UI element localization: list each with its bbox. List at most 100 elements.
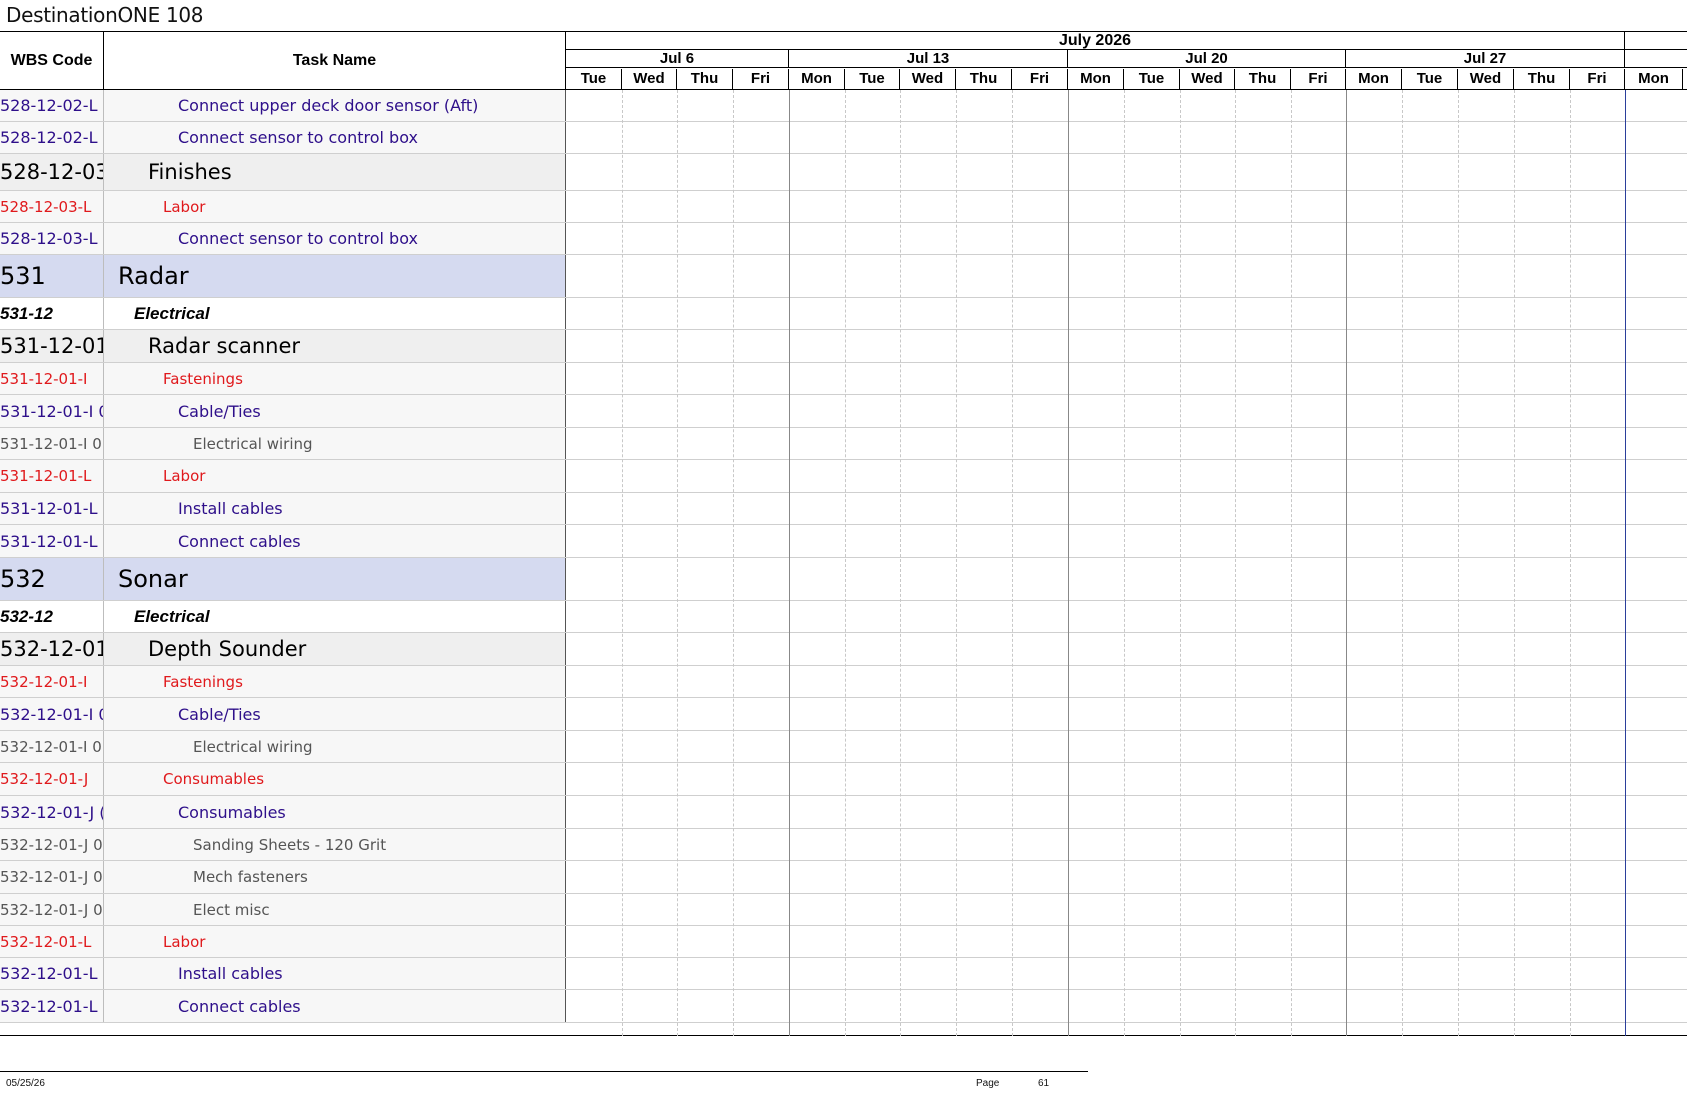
day-gridline xyxy=(1235,90,1236,1036)
gantt-timeline-cell[interactable] xyxy=(566,633,1687,665)
day-header-5: Mon xyxy=(789,69,845,89)
table-row[interactable]: 531-12-01-L Connect cables xyxy=(0,525,1687,558)
month-header-next xyxy=(1625,32,1687,50)
wbs-code-cell: 532-12-01-L xyxy=(0,926,104,957)
gantt-timeline-cell[interactable] xyxy=(566,558,1687,600)
gantt-timeline-cell[interactable] xyxy=(566,363,1687,394)
task-name-cell: Sonar xyxy=(104,558,566,600)
task-name-cell: Electrical wiring xyxy=(104,731,566,762)
wbs-code-cell: 531-12-01-L xyxy=(0,493,104,524)
table-row[interactable]: 532-12-01 Depth Sounder xyxy=(0,633,1687,666)
table-row[interactable]: 528-12-02-L Connect sensor to control box xyxy=(0,122,1687,154)
gantt-timeline-cell[interactable] xyxy=(566,731,1687,762)
gantt-timeline-cell[interactable] xyxy=(566,763,1687,795)
gantt-timeline-cell[interactable] xyxy=(566,90,1687,121)
wbs-code-cell: 532-12-01-I xyxy=(0,666,104,697)
table-row[interactable]: 532-12-01-J (Consumables xyxy=(0,796,1687,829)
gantt-timeline-cell[interactable] xyxy=(566,460,1687,492)
gantt-timeline-cell[interactable] xyxy=(566,601,1687,632)
gantt-timeline-cell[interactable] xyxy=(566,990,1687,1022)
gantt-timeline-cell[interactable] xyxy=(566,255,1687,297)
table-row[interactable]: 531-12 Electrical xyxy=(0,298,1687,330)
wbs-code-cell: 531-12-01 xyxy=(0,330,104,362)
table-row[interactable]: 528-12-03-L Labor xyxy=(0,191,1687,223)
week-header-next xyxy=(1625,50,1687,68)
table-row[interactable]: 532-12-01-J 01 Sanding Sheets - 120 Grit xyxy=(0,829,1687,861)
gantt-timeline-cell[interactable] xyxy=(566,698,1687,730)
gantt-timeline-cell[interactable] xyxy=(566,894,1687,925)
gantt-timeline-cell[interactable] xyxy=(566,122,1687,153)
footer-date: 05/25/26 xyxy=(6,1078,45,1089)
table-row[interactable]: 532 Sonar xyxy=(0,558,1687,601)
table-row[interactable]: 528-12-03 Finishes xyxy=(0,154,1687,191)
table-row[interactable]: 532-12-01-I 01 Electrical wiring xyxy=(0,731,1687,763)
table-row[interactable]: 531-12-01-I 01 Electrical wiring xyxy=(0,428,1687,460)
gantt-timeline-cell[interactable] xyxy=(566,958,1687,989)
gantt-timeline-cell[interactable] xyxy=(566,298,1687,329)
task-name-cell: Labor xyxy=(104,926,566,957)
task-name-cell: Connect sensor to control box xyxy=(104,223,566,254)
table-row[interactable]: 532-12-01-I 0 Cable/Ties xyxy=(0,698,1687,731)
wbs-code-cell: 532-12-01-I 01 xyxy=(0,731,104,762)
table-row[interactable]: 531-12-01-L Install cables xyxy=(0,493,1687,525)
table-row[interactable]: 528-12-02-L Connect upper deck door senso… xyxy=(0,90,1687,122)
week-header-4: Jul 27 xyxy=(1346,50,1625,68)
table-row[interactable]: 532-12 Electrical xyxy=(0,601,1687,633)
task-name-cell: Labor xyxy=(104,191,566,222)
table-row[interactable]: 532-12-01-L Connect cables xyxy=(0,990,1687,1023)
wbs-code-cell: 531-12 xyxy=(0,298,104,329)
table-row[interactable]: 532-12-01-L Install cables xyxy=(0,958,1687,990)
day-gridline xyxy=(733,90,734,1036)
day-header-7: Wed xyxy=(900,69,956,89)
gantt-timeline-cell[interactable] xyxy=(566,493,1687,524)
gantt-timeline-cell[interactable] xyxy=(566,861,1687,893)
day-header-15: Mon xyxy=(1346,69,1402,89)
wbs-code-cell: 528-12-02-L xyxy=(0,122,104,153)
gantt-timeline-cell[interactable] xyxy=(566,395,1687,427)
table-row[interactable]: 532-12-01-I Fastenings xyxy=(0,666,1687,698)
wbs-code-cell: 532-12-01-J ( xyxy=(0,796,104,828)
wbs-column-header[interactable]: WBS Code xyxy=(0,32,104,89)
table-row[interactable]: 531-12-01-L Labor xyxy=(0,460,1687,493)
task-name-cell: Connect upper deck door sensor (Aft) xyxy=(104,90,566,121)
gantt-timeline-cell[interactable] xyxy=(566,330,1687,362)
table-row[interactable]: 531-12-01-I Fastenings xyxy=(0,363,1687,395)
wbs-code-cell: 531 xyxy=(0,255,104,297)
gantt-timeline-cell[interactable] xyxy=(566,666,1687,697)
day-header-16: Tue xyxy=(1402,69,1458,89)
wbs-code-cell: 528-12-03 xyxy=(0,154,104,190)
task-name-cell: Depth Sounder xyxy=(104,633,566,665)
table-row[interactable]: 528-12-03-L Connect sensor to control box xyxy=(0,223,1687,255)
gantt-table: WBS Code Task Name July 2026 Jul 6 Jul 13… xyxy=(0,31,1687,1036)
gantt-timeline-cell[interactable] xyxy=(566,926,1687,957)
day-header-2: Wed xyxy=(622,69,677,89)
task-name-cell: Electrical xyxy=(104,601,566,632)
table-row[interactable]: 532-12-01-J 01 Elect misc xyxy=(0,894,1687,926)
table-row[interactable]: 532-12-01-J 01 Mech fasteners xyxy=(0,861,1687,894)
task-column-header[interactable]: Task Name xyxy=(104,32,566,89)
gantt-timeline-cell[interactable] xyxy=(566,154,1687,190)
day-gridline xyxy=(1012,90,1013,1036)
day-header-11: Tue xyxy=(1124,69,1180,89)
day-header-4: Fri xyxy=(733,69,789,89)
day-gridline xyxy=(1514,90,1515,1036)
gantt-timeline-cell[interactable] xyxy=(566,428,1687,459)
table-row[interactable]: 532-12-01-L Labor xyxy=(0,926,1687,958)
gantt-timeline-cell[interactable] xyxy=(566,191,1687,222)
wbs-code-cell: 532-12-01-L xyxy=(0,958,104,989)
gantt-timeline-cell[interactable] xyxy=(566,525,1687,557)
table-row[interactable]: 531-12-01-I 0 Cable/Ties xyxy=(0,395,1687,428)
week-gridline xyxy=(789,90,790,1036)
gantt-timeline-cell[interactable] xyxy=(566,796,1687,828)
day-header-1: Tue xyxy=(566,69,622,89)
day-gridline xyxy=(1402,90,1403,1036)
gantt-timeline-cell[interactable] xyxy=(566,223,1687,254)
wbs-code-cell: 532-12-01-J 01 xyxy=(0,894,104,925)
table-row[interactable]: 531 Radar xyxy=(0,255,1687,298)
gantt-timeline-cell[interactable] xyxy=(566,829,1687,860)
table-row[interactable]: 532-12-01-J Consumables xyxy=(0,763,1687,796)
table-row[interactable]: 531-12-01 Radar scanner xyxy=(0,330,1687,363)
task-name-cell: Consumables xyxy=(104,763,566,795)
task-name-cell: Install cables xyxy=(104,958,566,989)
task-name-cell: Cable/Ties xyxy=(104,395,566,427)
